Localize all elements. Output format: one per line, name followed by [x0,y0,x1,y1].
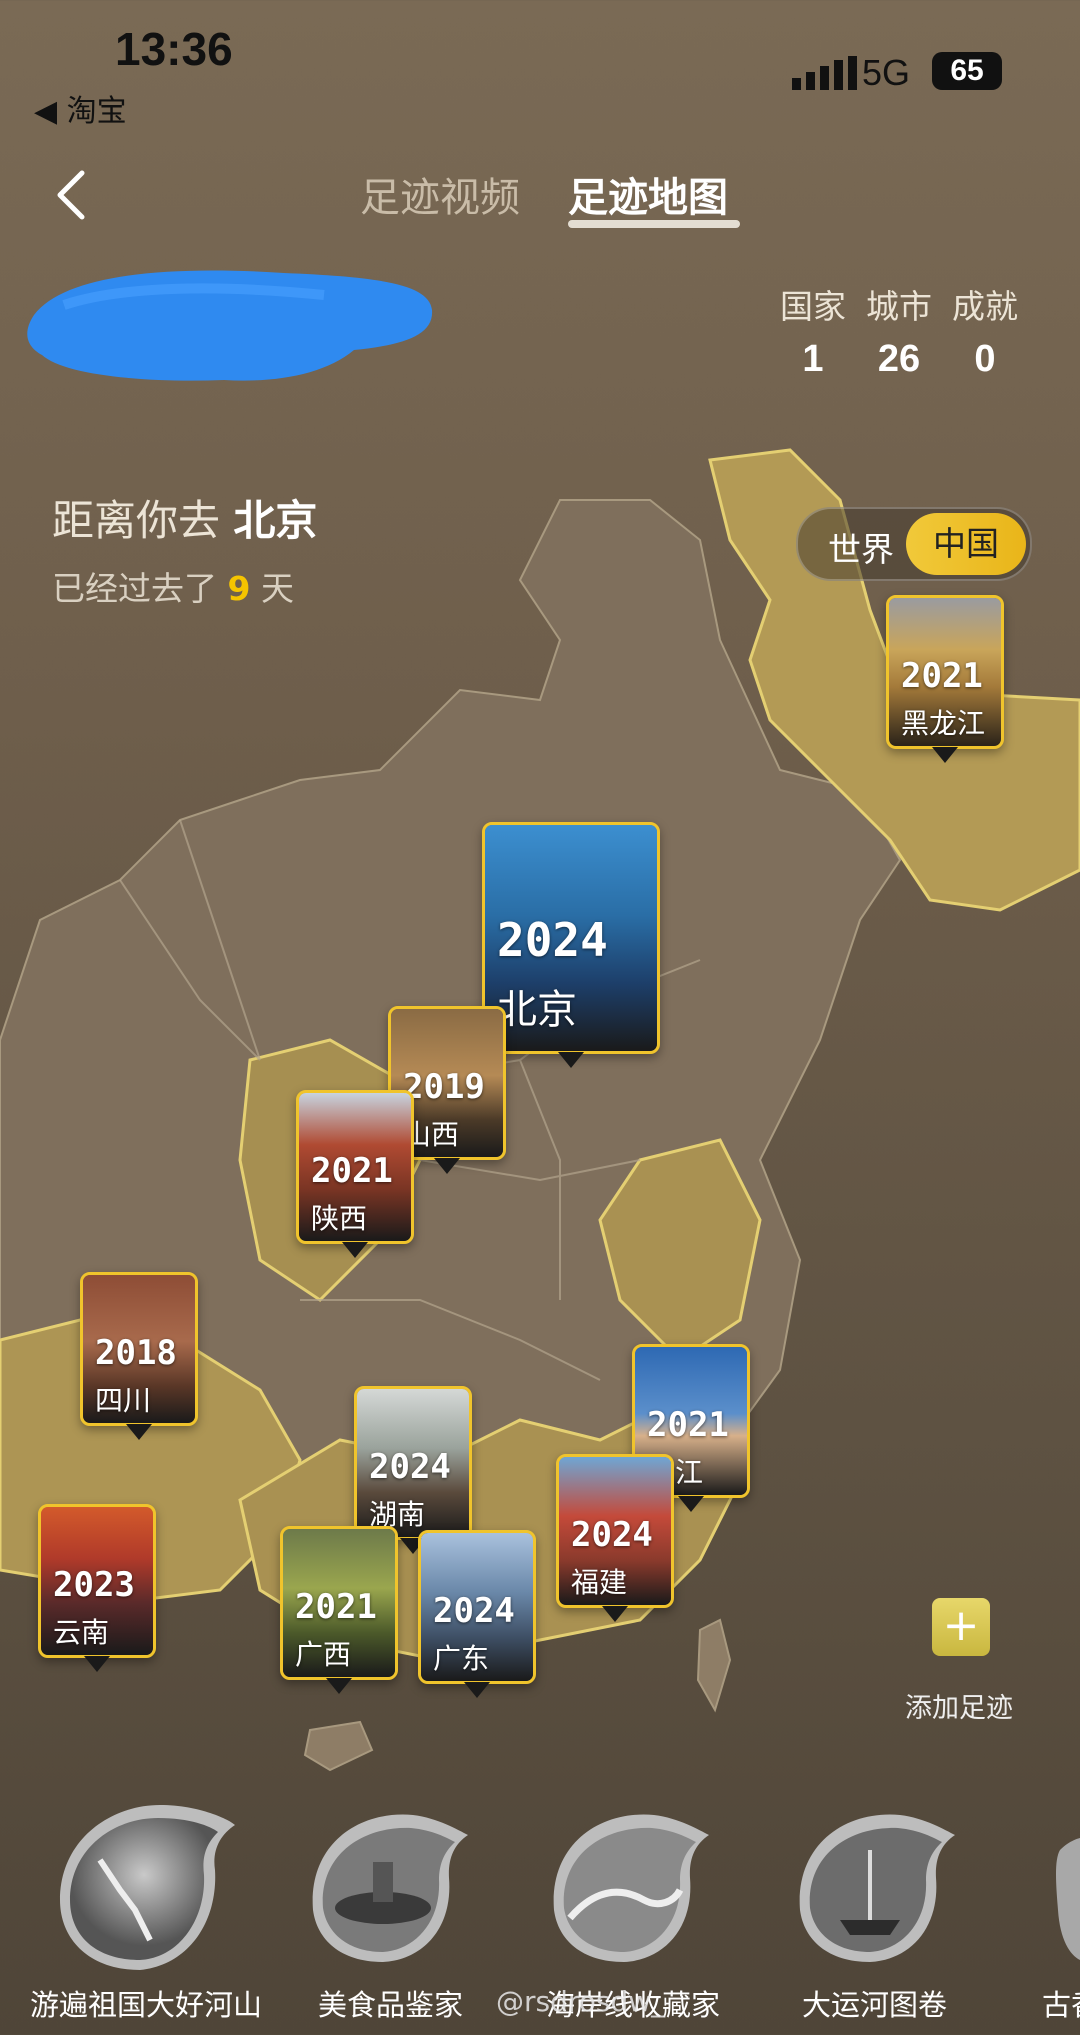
days-prefix: 已经过去了 [52,569,217,608]
pin-name: 北京 [497,987,577,1033]
pin-year: 2021 [647,1405,729,1445]
badge-label-mountains: 游遍祖国大好河山 [30,1988,263,2022]
pin-year: 2024 [433,1591,515,1631]
partial-badge-icon[interactable] [1030,1790,1080,1990]
pin-name: 黑龙江 [901,707,986,740]
tab-footprint-video[interactable]: 足迹视频 [360,165,520,223]
pin-guangdong[interactable]: 2024 广东 [418,1530,536,1698]
pin-beijing[interactable]: 2024 北京 [482,822,660,1068]
pin-guangxi[interactable]: 2021 广西 [280,1526,398,1694]
back-to-app-link[interactable]: ◀ 淘宝 [34,86,127,130]
pin-year: 2018 [95,1333,177,1373]
wave-icon[interactable] [524,1790,714,1990]
status-time: 13:36 [115,23,233,75]
active-tab-indicator [568,220,740,228]
pin-yunnan[interactable]: 2023 云南 [38,1504,156,1672]
distance-prefix: 距离你去 [52,496,221,545]
pin-year: 2021 [295,1587,377,1627]
switch-world-option[interactable]: 世界 [828,523,894,571]
pin-sichuan[interactable]: 2018 四川 [80,1272,198,1440]
pin-fujian[interactable]: 2024 福建 [556,1454,674,1622]
pin-year: 2024 [571,1515,653,1555]
map-region-taiwan [696,1618,732,1713]
pin-year: 2024 [369,1447,451,1487]
map-scope-switch[interactable]: 世界 中国 [796,507,1032,581]
stat-label-countries: 国家 [780,287,846,326]
hotpot-icon[interactable] [283,1790,473,1990]
pin-year: 2021 [311,1151,393,1191]
days-elapsed: 已经过去了 9 天 [52,562,294,610]
stat-value-achievements: 0 [974,338,996,380]
pin-heilongjiang[interactable]: 2021 黑龙江 [886,595,1004,763]
pin-year: 2024 [497,913,608,967]
pin-name: 广西 [295,1638,352,1671]
pin-year: 2023 [53,1565,135,1605]
badge-label-foodie: 美食品鉴家 [318,1988,464,2022]
pin-name: 四川 [95,1384,152,1417]
days-count: 9 [227,569,251,608]
pin-year: 2021 [901,656,983,696]
badge-label-canal: 大运河图卷 [802,1988,948,2022]
distance-city: 北京 [233,496,318,545]
redacted-username [27,270,433,381]
stat-label-cities: 城市 [866,287,932,326]
stat-value-countries: 1 [802,338,824,380]
battery-icon: 65 [932,52,1002,90]
distance-heading: 距离你去 北京 [52,487,317,548]
days-suffix: 天 [260,569,294,608]
pin-name: 福建 [571,1566,628,1599]
watermark: @rsdrosdw_ [496,1985,666,2018]
tab-footprint-map[interactable]: 足迹地图 [568,165,728,223]
back-arrow-icon[interactable] [50,165,100,225]
stat-label-achievements: 成就 [952,287,1018,326]
badge-label-partial: 古香 [1042,1988,1080,2022]
add-footprint-button[interactable]: + [932,1598,990,1656]
switch-china-option[interactable]: 中国 [906,513,1026,575]
pin-name: 广东 [433,1642,490,1675]
great-wall-icon[interactable] [40,1790,240,1990]
network-type: 5G [862,52,911,93]
pin-name: 陕西 [311,1202,368,1235]
pin-hunan[interactable]: 2024 湖南 [354,1386,472,1554]
signal-icon [792,56,857,90]
pin-year: 2019 [403,1067,485,1107]
stat-value-cities: 26 [877,338,921,380]
add-footprint-label[interactable]: 添加足迹 [905,1686,1013,1725]
ship-icon[interactable] [770,1790,960,1990]
pin-shaanxi[interactable]: 2021 陕西 [296,1090,414,1258]
pin-name: 云南 [53,1616,110,1649]
map-region-hainan [303,1720,374,1772]
plus-icon: + [942,1600,980,1651]
